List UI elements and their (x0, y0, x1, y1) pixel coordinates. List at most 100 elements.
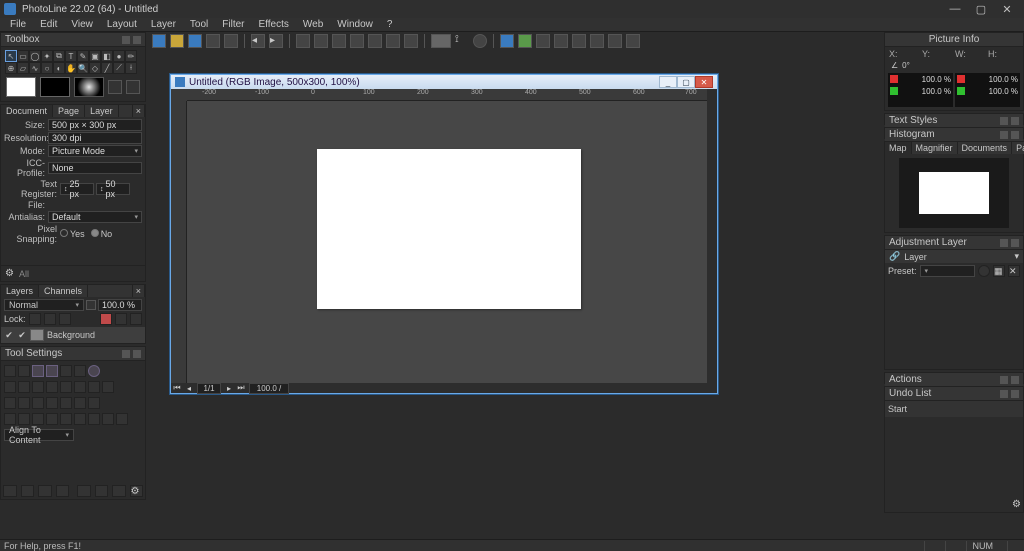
clone-tool[interactable]: ⊕ (5, 62, 17, 74)
ts-row4-3[interactable] (32, 413, 44, 425)
rotate-left-icon[interactable] (332, 34, 346, 48)
tab-documents[interactable]: Documents (958, 142, 1013, 154)
open-file-icon[interactable] (170, 34, 184, 48)
link-icon[interactable]: 🔗 (889, 251, 900, 262)
antialias-select[interactable]: Default (48, 211, 142, 223)
ts-row4-6[interactable] (74, 413, 86, 425)
histogram-icon[interactable] (536, 34, 550, 48)
maximize-button[interactable]: ▢ (968, 0, 994, 18)
tab-magnifier[interactable]: Magnifier (912, 142, 958, 154)
measure-tool[interactable]: ⟊ (125, 62, 137, 74)
hand-tool[interactable]: ✋ (65, 62, 77, 74)
menu-edit[interactable]: Edit (34, 19, 63, 30)
align-center-v-icon[interactable] (60, 381, 72, 393)
panel-close-icon[interactable] (1011, 390, 1019, 398)
circle-icon[interactable] (473, 34, 487, 48)
line-tool[interactable]: ╱ (101, 62, 113, 74)
blend-mode-select[interactable]: Normal (4, 299, 84, 311)
opacity-icon[interactable] (86, 300, 96, 310)
lock-pixels-icon[interactable] (29, 313, 41, 325)
eraser-tool[interactable]: ▱ (17, 62, 29, 74)
eyedrop-tool[interactable]: ✎ (77, 50, 89, 62)
layer-extra-icon[interactable] (115, 313, 127, 325)
ruler-vertical[interactable] (171, 101, 187, 383)
visibility-icon[interactable]: ✔ (4, 330, 14, 341)
dodge-tool[interactable]: ◐ (53, 62, 65, 74)
ts-opt-2[interactable] (18, 365, 30, 377)
doc-minimize-button[interactable]: _ (659, 76, 677, 88)
lock-position-icon[interactable] (44, 313, 56, 325)
ts-row4-9[interactable] (116, 413, 128, 425)
ruler-icon[interactable]: ⟟ (455, 34, 469, 48)
smudge-tool[interactable]: ∿ (29, 62, 41, 74)
histogram-panel[interactable]: Histogram (884, 127, 1024, 139)
gradient-icon[interactable] (431, 34, 451, 48)
page-prev-icon[interactable]: ◂ (183, 384, 195, 393)
navigator-preview[interactable] (899, 158, 1009, 228)
blur-tool[interactable]: ○ (41, 62, 53, 74)
tab-layer[interactable]: Layer (85, 105, 119, 117)
path-tool[interactable]: ⟋ (113, 62, 125, 74)
gear-icon[interactable]: ⚙ (5, 268, 15, 279)
menu-help[interactable]: ? (381, 19, 399, 30)
undo-gear-icon[interactable]: ⚙ (1012, 499, 1021, 510)
vector-tool[interactable]: ▭ (17, 50, 29, 62)
menu-effects[interactable]: Effects (253, 19, 295, 30)
zoom-tool[interactable]: 🔍 (77, 62, 89, 74)
ts-row3-4[interactable] (46, 397, 58, 409)
crop-icon[interactable] (404, 34, 418, 48)
footer-gear-icon[interactable]: ⚙ (130, 485, 144, 497)
preset-select[interactable] (920, 265, 975, 277)
tab-channels[interactable]: Channels (39, 285, 88, 297)
wand-tool[interactable]: ✦ (41, 50, 53, 62)
zoom-field[interactable]: 100.0 / (249, 383, 289, 394)
channel-icon[interactable] (590, 34, 604, 48)
crop-tool[interactable]: ⧉ (53, 50, 65, 62)
link-icon[interactable]: ✔ (17, 330, 27, 341)
panel-close-icon[interactable] (133, 350, 141, 358)
align-top-icon[interactable] (46, 381, 58, 393)
align-to-select[interactable]: Align To Content (4, 429, 74, 441)
tab-page[interactable]: Page (53, 105, 85, 117)
levels-icon[interactable] (572, 34, 586, 48)
ts-row4-7[interactable] (88, 413, 100, 425)
ts-opt-6[interactable] (74, 365, 86, 377)
ts-opt-5[interactable] (60, 365, 72, 377)
lasso-tool[interactable]: ◯ (29, 50, 41, 62)
footer-btn-5[interactable] (77, 485, 91, 497)
textreg-x-field[interactable]: ↕25 px (60, 183, 94, 195)
page-first-icon[interactable]: ⏮ (171, 383, 183, 393)
mode-select[interactable]: Picture Mode (48, 145, 142, 157)
layer-trash-icon[interactable] (130, 313, 142, 325)
panel-close-icon[interactable] (1011, 376, 1019, 384)
ruler-horizontal[interactable]: -200 -100 0 100 200 300 400 500 600 700 (187, 89, 707, 101)
lock-all-icon[interactable] (59, 313, 71, 325)
minimize-button[interactable]: — (942, 0, 968, 18)
ts-row3-3[interactable] (32, 397, 44, 409)
page-indicator[interactable]: 1/1 (197, 383, 221, 394)
flip-h-icon[interactable] (368, 34, 382, 48)
foreground-color-swatch[interactable] (6, 77, 36, 97)
panel-min-icon[interactable] (122, 36, 130, 44)
clipboard-icon[interactable] (224, 34, 238, 48)
panel-min-icon[interactable] (1000, 117, 1008, 125)
align-bottom-icon[interactable] (74, 381, 86, 393)
brush-preview[interactable] (74, 77, 104, 97)
ts-row4-1[interactable] (4, 413, 16, 425)
ts-opt-4[interactable] (46, 365, 58, 377)
panel-close-icon[interactable] (1011, 239, 1019, 247)
panel-close-icon[interactable]: × (133, 105, 145, 117)
curves-icon[interactable] (554, 34, 568, 48)
actions-panel[interactable]: Actions (884, 372, 1024, 384)
ts-opt-3[interactable] (32, 365, 44, 377)
ts-opt-1[interactable] (4, 365, 16, 377)
menu-view[interactable]: View (65, 19, 99, 30)
zoom-in-icon[interactable] (296, 34, 310, 48)
opacity-field[interactable] (98, 299, 142, 311)
text-styles-panel[interactable]: Text Styles (884, 113, 1024, 125)
close-button[interactable]: ✕ (994, 0, 1020, 18)
distribute-v-icon[interactable] (102, 381, 114, 393)
footer-btn-1[interactable] (3, 485, 17, 497)
new-file-icon[interactable] (152, 34, 166, 48)
align-left-icon[interactable] (4, 381, 16, 393)
